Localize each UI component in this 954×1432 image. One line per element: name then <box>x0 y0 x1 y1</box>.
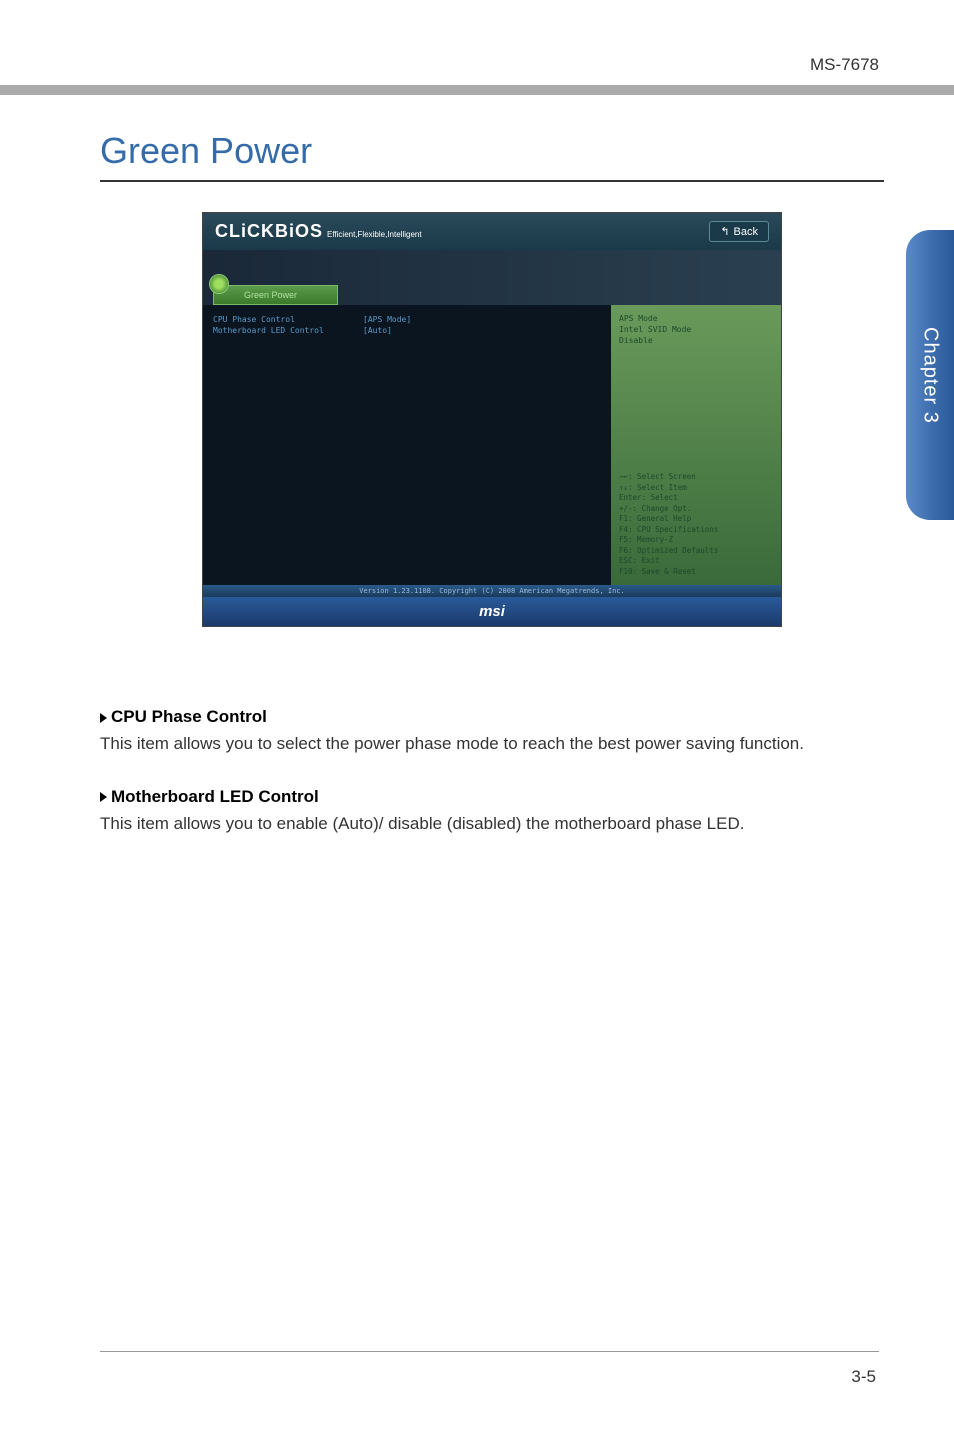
nav-line: F1: General Help <box>619 514 773 525</box>
nav-line: +/-: Change Opt. <box>619 504 773 515</box>
setting-label: Motherboard LED Control <box>213 326 363 335</box>
description-block: Motherboard LED Control This item allows… <box>100 787 884 837</box>
model-label: MS-7678 <box>810 55 879 75</box>
nav-line: ESC: Exit <box>619 556 773 567</box>
back-label: Back <box>734 226 758 238</box>
nav-line: F6: Optimized Defaults <box>619 546 773 557</box>
description-block: CPU Phase Control This item allows you t… <box>100 707 884 757</box>
bios-header-area: Green Power <box>203 250 781 305</box>
back-button[interactable]: ↰ Back <box>709 221 769 242</box>
section-title: Green Power <box>100 130 884 182</box>
green-power-icon <box>209 274 229 294</box>
help-option: APS Mode <box>619 313 773 324</box>
heading-text: CPU Phase Control <box>111 707 267 726</box>
help-options: APS Mode Intel SVID Mode Disable <box>619 313 773 347</box>
tab-label: Green Power <box>244 290 297 300</box>
nav-help: →←: Select Screen ↑↓: Select Item Enter:… <box>619 472 773 577</box>
desc-text: This item allows you to enable (Auto)/ d… <box>100 811 884 837</box>
header-divider <box>0 85 954 95</box>
bios-settings-panel: CPU Phase Control [APS Mode] Motherboard… <box>203 305 611 585</box>
page-number: 3-5 <box>851 1367 876 1387</box>
triangle-bullet-icon <box>100 792 107 802</box>
setting-label: CPU Phase Control <box>213 315 363 324</box>
page-header: MS-7678 <box>0 0 954 85</box>
main-content: Green Power CLiCKBiOS Efficient,Flexible… <box>0 95 954 836</box>
nav-line: ↑↓: Select Item <box>619 483 773 494</box>
bios-top-bar: CLiCKBiOS Efficient,Flexible,Intelligent… <box>203 213 781 250</box>
desc-text: This item allows you to select the power… <box>100 731 884 757</box>
bios-help-panel: APS Mode Intel SVID Mode Disable →←: Sel… <box>611 305 781 585</box>
logo-subtitle: Efficient,Flexible,Intelligent <box>327 230 422 239</box>
help-option: Disable <box>619 335 773 346</box>
nav-line: →←: Select Screen <box>619 472 773 483</box>
bios-main-area: CPU Phase Control [APS Mode] Motherboard… <box>203 305 781 585</box>
bios-version-footer: Version 1.23.1108. Copyright (C) 2008 Am… <box>203 585 781 597</box>
back-arrow-icon: ↰ <box>720 225 729 238</box>
footer-divider <box>100 1351 879 1352</box>
msi-logo-bar: msi <box>203 597 781 626</box>
clickbios-logo: CLiCKBiOS Efficient,Flexible,Intelligent <box>215 221 422 242</box>
desc-heading: Motherboard LED Control <box>100 787 884 807</box>
desc-heading: CPU Phase Control <box>100 707 884 727</box>
nav-line: F10: Save & Reset <box>619 567 773 578</box>
triangle-bullet-icon <box>100 713 107 723</box>
setting-value: [APS Mode] <box>363 315 411 324</box>
help-option: Intel SVID Mode <box>619 324 773 335</box>
green-power-tab[interactable]: Green Power <box>213 285 338 305</box>
nav-line: F4: CPU Specifications <box>619 525 773 536</box>
chapter-tab: Chapter 3 <box>906 230 954 520</box>
setting-row[interactable]: CPU Phase Control [APS Mode] <box>213 315 601 324</box>
nav-line: Enter: Select <box>619 493 773 504</box>
chapter-tab-text: Chapter 3 <box>919 327 942 424</box>
heading-text: Motherboard LED Control <box>111 787 319 806</box>
bios-screenshot: CLiCKBiOS Efficient,Flexible,Intelligent… <box>202 212 782 627</box>
setting-row[interactable]: Motherboard LED Control [Auto] <box>213 326 601 335</box>
setting-value: [Auto] <box>363 326 392 335</box>
logo-main: CLiCKBiOS <box>215 221 323 242</box>
nav-line: F5: Memory-Z <box>619 535 773 546</box>
